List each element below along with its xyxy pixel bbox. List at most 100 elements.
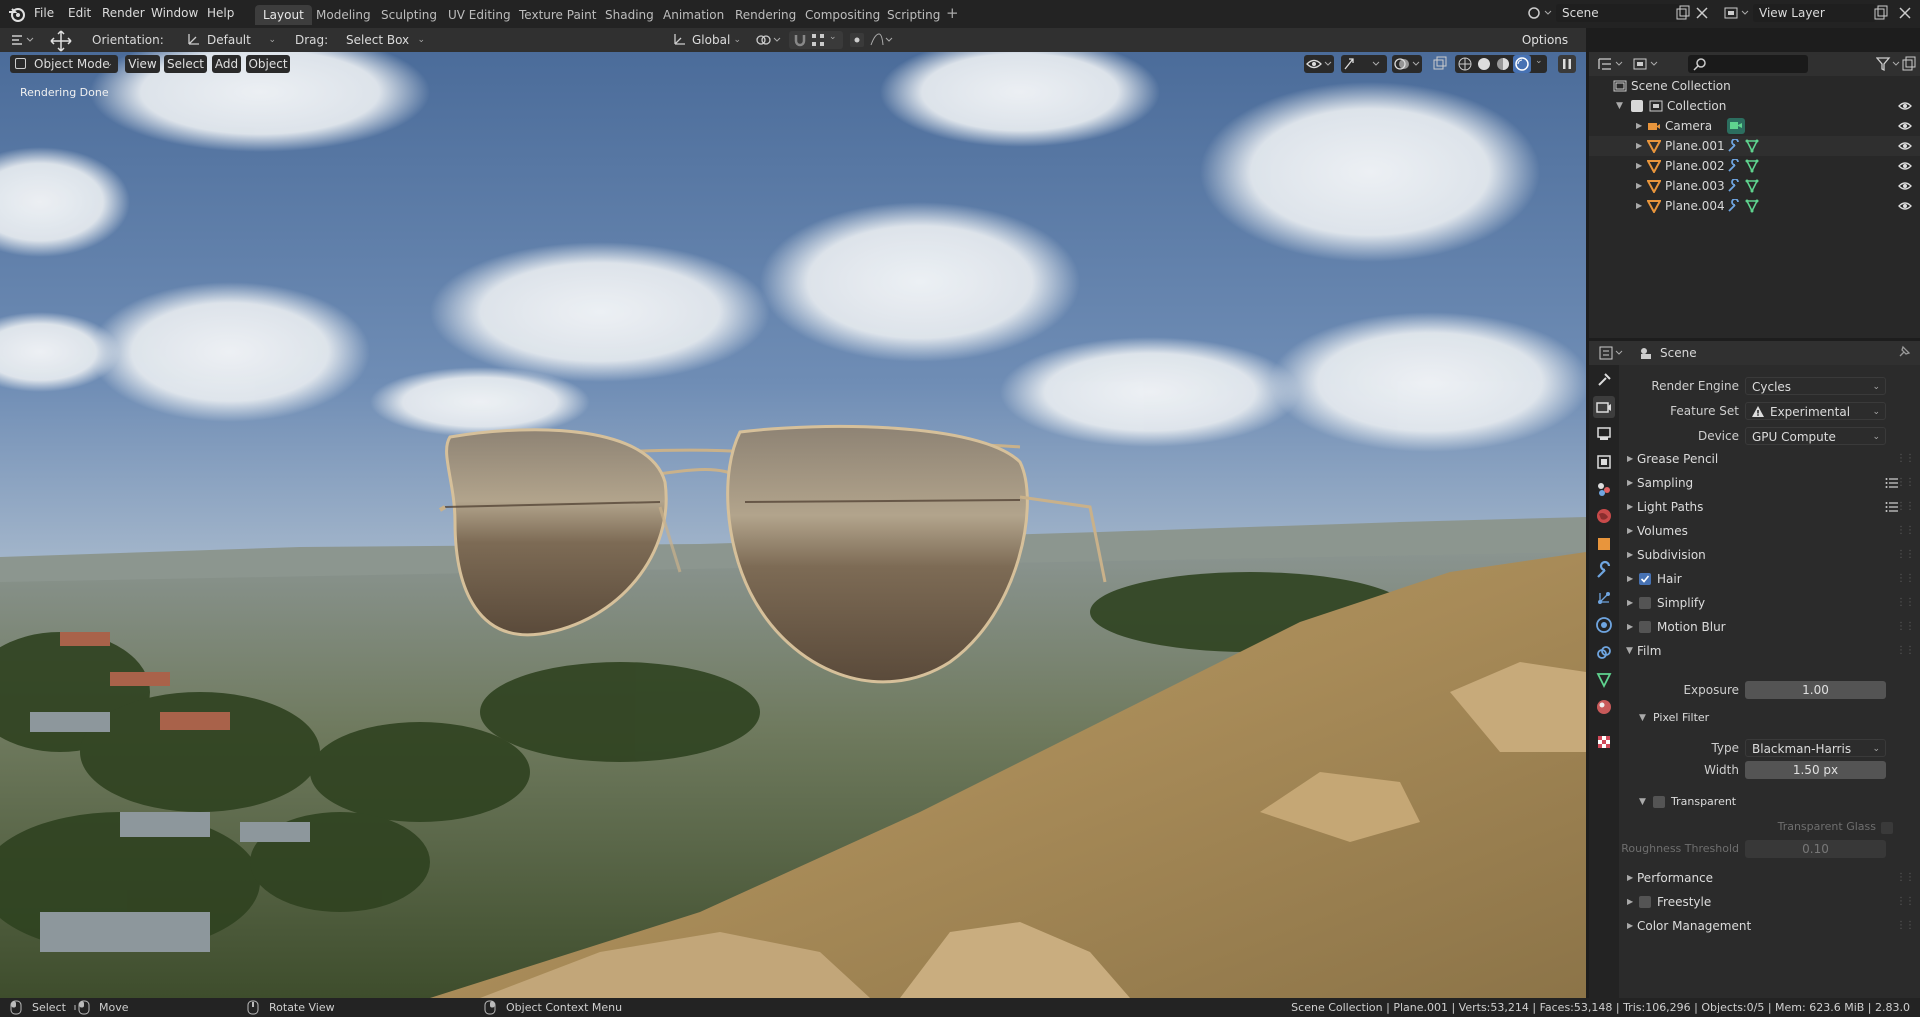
- view-layer-tab-icon[interactable]: [1593, 451, 1615, 473]
- expand-triangle-icon[interactable]: ▶: [1636, 196, 1642, 216]
- drag-handle-icon[interactable]: ⋮⋮: [1896, 640, 1915, 662]
- panel-subdivision[interactable]: ▶ Subdivision ⋮⋮: [1619, 544, 1920, 566]
- wrench-icon[interactable]: [1727, 139, 1741, 153]
- menu-help[interactable]: Help: [207, 6, 234, 20]
- panel-volumes[interactable]: ▶ Volumes ⋮⋮: [1619, 520, 1920, 542]
- collection-checkbox[interactable]: [1631, 100, 1643, 112]
- new-scene-icon[interactable]: [1675, 5, 1691, 21]
- drag-handle-icon[interactable]: ⋮⋮: [1896, 867, 1915, 889]
- wireframe-shading-icon[interactable]: [1458, 57, 1472, 71]
- drag-handle-icon[interactable]: ⋮⋮: [1896, 915, 1915, 937]
- panel-hair[interactable]: ▶ Hair ⋮⋮: [1619, 568, 1920, 590]
- new-collection-icon[interactable]: [1901, 56, 1917, 72]
- scene-tab-icon[interactable]: [1593, 478, 1615, 500]
- drag-handle-icon[interactable]: ⋮⋮: [1896, 616, 1915, 638]
- remove-view-layer-icon[interactable]: [1897, 5, 1913, 21]
- panel-motion-blur[interactable]: ▶ Motion Blur ⋮⋮: [1619, 616, 1920, 638]
- drag-handle-icon[interactable]: ⋮⋮: [1896, 472, 1915, 494]
- panel-simplify[interactable]: ▶ Simplify ⋮⋮: [1619, 592, 1920, 614]
- tab-animation[interactable]: Animation: [655, 5, 732, 25]
- panel-film[interactable]: ▼ Film ⋮⋮: [1619, 640, 1920, 662]
- modifier-tab-icon[interactable]: [1593, 560, 1615, 582]
- eye-icon[interactable]: [1898, 100, 1912, 112]
- menu-window[interactable]: Window: [151, 6, 198, 20]
- mesh-data-icon[interactable]: [1745, 179, 1759, 193]
- tab-uv-editing[interactable]: UV Editing: [440, 5, 519, 25]
- wrench-icon[interactable]: [1727, 179, 1741, 193]
- mode-dropdown[interactable]: Object Mode ⌄: [10, 55, 118, 73]
- tab-sculpting[interactable]: Sculpting: [373, 5, 445, 25]
- proportional-edit-icon[interactable]: [849, 32, 893, 48]
- mesh-data-icon[interactable]: [1745, 199, 1759, 213]
- camera-data-icon[interactable]: [1727, 118, 1745, 134]
- tab-layout[interactable]: Layout: [255, 5, 312, 25]
- world-tab-icon[interactable]: [1593, 505, 1615, 527]
- eye-icon[interactable]: [1898, 120, 1912, 132]
- eye-icon[interactable]: [1898, 160, 1912, 172]
- move-tool-icon[interactable]: [50, 30, 72, 52]
- pivot-point-icon[interactable]: [755, 32, 783, 48]
- outliner-row-plane-003[interactable]: ▶ Plane.003: [1589, 176, 1920, 196]
- physics-tab-icon[interactable]: [1593, 614, 1615, 636]
- menu-render[interactable]: Render: [102, 6, 145, 20]
- visibility-toggle[interactable]: [1304, 55, 1334, 73]
- blender-logo-icon[interactable]: [8, 5, 26, 23]
- properties-editor-type-icon[interactable]: [1599, 345, 1627, 361]
- transform-orientation-dropdown[interactable]: Global ⌄: [668, 31, 746, 49]
- expand-triangle-icon[interactable]: ▶: [1636, 116, 1642, 136]
- magnet-icon[interactable]: [793, 33, 807, 47]
- outliner-row-plane-002[interactable]: ▶ Plane.002: [1589, 156, 1920, 176]
- panel-color-management[interactable]: ▶ Color Management ⋮⋮: [1619, 915, 1920, 937]
- options-dropdown[interactable]: Options ⌄: [1515, 31, 1575, 65]
- constraints-tab-icon[interactable]: [1593, 642, 1615, 664]
- render-engine-dropdown[interactable]: Cycles ⌄: [1745, 377, 1886, 395]
- pin-icon[interactable]: [1897, 345, 1911, 359]
- filter-icon[interactable]: [1876, 56, 1904, 72]
- object-tab-icon[interactable]: [1593, 533, 1615, 555]
- eye-icon[interactable]: [1898, 200, 1912, 212]
- freestyle-checkbox[interactable]: [1639, 896, 1651, 908]
- drag-handle-icon[interactable]: ⋮⋮: [1896, 520, 1915, 542]
- collapse-triangle-icon[interactable]: ▼: [1616, 96, 1623, 116]
- panel-performance[interactable]: ▶ Performance ⋮⋮: [1619, 867, 1920, 889]
- expand-triangle-icon[interactable]: ▶: [1636, 136, 1642, 156]
- overlays-toggle[interactable]: [1392, 55, 1422, 73]
- mesh-data-icon[interactable]: [1745, 159, 1759, 173]
- panel-sampling[interactable]: ▶ Sampling ⋮⋮: [1619, 472, 1920, 494]
- tab-scripting[interactable]: Scripting: [879, 5, 948, 25]
- filter-type-dropdown[interactable]: Blackman-Harris ⌄: [1745, 739, 1886, 757]
- solid-shading-icon[interactable]: [1477, 57, 1491, 71]
- add-workspace-button[interactable]: +: [946, 4, 959, 22]
- object-menu[interactable]: Object: [246, 55, 290, 73]
- subpanel-transparent[interactable]: ▼ Transparent: [1629, 791, 1910, 813]
- remove-scene-icon[interactable]: [1694, 5, 1710, 21]
- tab-compositing[interactable]: Compositing: [797, 5, 888, 25]
- panel-grease-pencil[interactable]: ▶ Grease Pencil ⋮⋮: [1619, 448, 1920, 470]
- drag-dropdown[interactable]: Select Box ⌄: [340, 31, 430, 49]
- drag-handle-icon[interactable]: ⋮⋮: [1896, 592, 1915, 614]
- drag-handle-icon[interactable]: ⋮⋮: [1896, 891, 1915, 913]
- wrench-icon[interactable]: [1727, 159, 1741, 173]
- output-tab-icon[interactable]: [1593, 423, 1615, 445]
- expand-triangle-icon[interactable]: ▶: [1636, 156, 1642, 176]
- outliner-row-plane-001[interactable]: ▶ Plane.001: [1589, 136, 1920, 156]
- material-shading-icon[interactable]: [1496, 57, 1510, 71]
- view-menu[interactable]: View: [125, 55, 160, 73]
- drag-handle-icon[interactable]: ⋮⋮: [1896, 448, 1915, 470]
- material-tab-icon[interactable]: [1593, 696, 1615, 718]
- simplify-checkbox[interactable]: [1639, 597, 1651, 609]
- hair-checkbox[interactable]: [1639, 573, 1651, 585]
- menu-file[interactable]: File: [34, 6, 54, 20]
- outliner-row-scene-collection[interactable]: Scene Collection: [1589, 76, 1920, 96]
- transparent-checkbox[interactable]: [1653, 796, 1665, 808]
- outliner-editor-type-icon[interactable]: [1597, 56, 1625, 72]
- mesh-data-icon[interactable]: [1745, 139, 1759, 153]
- pause-render-icon[interactable]: [1558, 55, 1576, 73]
- tab-texture-paint[interactable]: Texture Paint: [511, 5, 604, 25]
- drag-handle-icon[interactable]: ⋮⋮: [1896, 568, 1915, 590]
- tab-rendering[interactable]: Rendering: [727, 5, 804, 25]
- xray-icon[interactable]: [1431, 55, 1449, 73]
- particles-tab-icon[interactable]: [1593, 587, 1615, 609]
- display-mode-icon[interactable]: [1633, 56, 1661, 72]
- 3d-viewport[interactable]: [0, 52, 1586, 998]
